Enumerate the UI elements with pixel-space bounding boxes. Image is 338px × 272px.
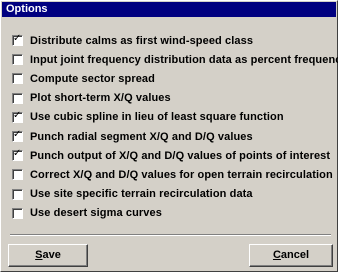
option-checkbox[interactable] bbox=[12, 169, 23, 181]
option-row[interactable]: Use desert sigma curves bbox=[12, 204, 334, 223]
option-checkbox[interactable]: ✓ bbox=[12, 148, 23, 162]
option-checkbox[interactable]: ✓ bbox=[12, 33, 23, 47]
option-row[interactable]: ✓ Punch output of X/Q and D/Q values of p… bbox=[12, 146, 334, 165]
option-row[interactable]: Correct X/Q and D/Q values for open terr… bbox=[12, 165, 334, 184]
option-row[interactable]: Plot short-term X/Q values bbox=[12, 89, 334, 108]
option-row[interactable]: ✓ Punch radial segment X/Q and D/Q values bbox=[12, 127, 334, 146]
option-checkbox[interactable] bbox=[12, 92, 23, 104]
option-label: Distribute calms as first wind-speed cla… bbox=[30, 34, 254, 47]
option-label: Plot short-term X/Q values bbox=[30, 92, 171, 105]
option-checkbox[interactable]: ✓ bbox=[12, 109, 23, 123]
option-checkbox[interactable] bbox=[12, 73, 23, 85]
option-row[interactable]: Use site specific terrain recirculation … bbox=[12, 185, 334, 204]
button-divider bbox=[10, 234, 331, 236]
cancel-button[interactable]: Cancel bbox=[249, 244, 333, 267]
save-button[interactable]: Save bbox=[8, 244, 88, 267]
option-checkbox[interactable]: ✓ bbox=[12, 129, 23, 143]
option-checkbox[interactable] bbox=[12, 207, 23, 219]
option-label: Input joint frequency distribution data … bbox=[30, 53, 338, 66]
option-label: Correct X/Q and D/Q values for open terr… bbox=[30, 168, 333, 181]
checkmark-icon: ✓ bbox=[13, 109, 22, 121]
checkmark-icon: ✓ bbox=[13, 33, 22, 45]
options-dialog: Options ✓ Distribute calms as first wind-… bbox=[0, 0, 338, 272]
cancel-mnemonic: C bbox=[272, 249, 281, 261]
option-row[interactable]: Input joint frequency distribution data … bbox=[12, 50, 338, 69]
option-label: Compute sector spread bbox=[30, 72, 155, 85]
option-checkbox[interactable] bbox=[12, 188, 23, 200]
option-label: Punch output of X/Q and D/Q values of po… bbox=[30, 149, 331, 162]
checkmark-icon: ✓ bbox=[13, 129, 22, 141]
options-list: ✓ Distribute calms as first wind-speed cl… bbox=[12, 31, 338, 223]
cancel-label: ancel bbox=[280, 249, 310, 261]
dialog-title: Options bbox=[2, 2, 336, 17]
save-label: ave bbox=[42, 249, 61, 261]
option-row[interactable]: Compute sector spread bbox=[12, 69, 334, 88]
option-row[interactable]: ✓ Distribute calms as first wind-speed cl… bbox=[12, 31, 334, 50]
option-label: Punch radial segment X/Q and D/Q values bbox=[30, 130, 253, 143]
option-checkbox[interactable] bbox=[12, 54, 23, 66]
option-label: Use site specific terrain recirculation … bbox=[30, 188, 253, 201]
option-label: Use cubic spline in lieu of least square… bbox=[30, 111, 284, 124]
option-label: Use desert sigma curves bbox=[30, 207, 162, 220]
checkmark-icon: ✓ bbox=[13, 148, 22, 160]
option-row[interactable]: ✓ Use cubic spline in lieu of least squar… bbox=[12, 108, 334, 127]
